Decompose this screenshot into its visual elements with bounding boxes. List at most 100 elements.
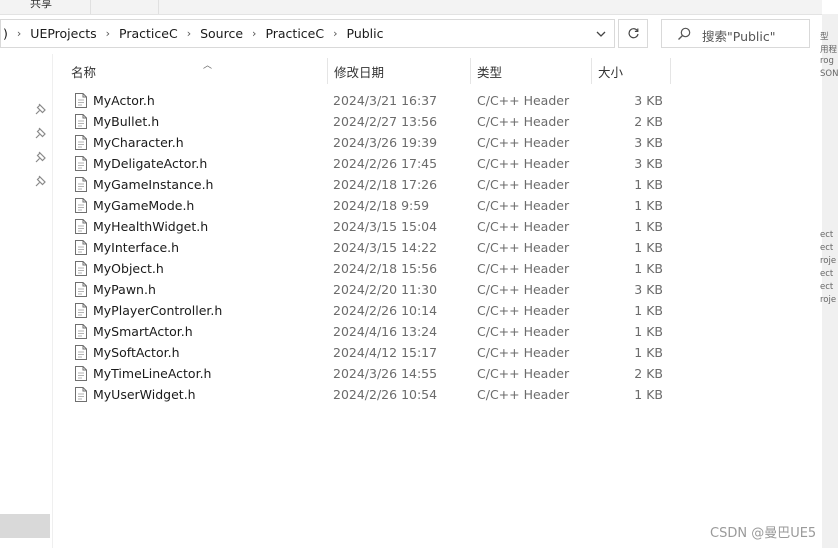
address-bar[interactable]: ) › UEProjects › PracticeC › Source › Pr… xyxy=(0,19,615,48)
file-type: C/C++ Header xyxy=(477,177,570,192)
peek-text: ect xyxy=(820,243,834,253)
watermark: CSDN @曼巴UE5 xyxy=(710,526,817,541)
file-modified-date: 2024/2/26 17:45 xyxy=(333,156,438,171)
breadcrumb-separator-icon[interactable]: › xyxy=(326,27,344,40)
file-size: 1 KB xyxy=(634,177,663,192)
header-file-icon xyxy=(75,303,87,318)
peek-text: ect xyxy=(820,269,834,279)
column-header-date[interactable]: 修改日期 xyxy=(328,58,470,84)
header-file-icon xyxy=(75,345,87,360)
file-row[interactable]: MyDeligateActor.h 2024/2/26 17:45 C/C++ He… xyxy=(53,153,821,174)
column-divider[interactable] xyxy=(670,58,671,84)
file-name: MyPlayerController.h xyxy=(93,303,223,318)
breadcrumb-item[interactable]: PracticeC xyxy=(117,26,180,41)
breadcrumb-item[interactable]: UEProjects xyxy=(28,26,98,41)
file-row[interactable]: MyBullet.h 2024/2/27 13:56 C/C++ Header 2 K… xyxy=(53,111,821,132)
pin-icon[interactable] xyxy=(34,126,48,140)
column-header-type[interactable]: 类型 xyxy=(471,58,591,84)
file-size: 1 KB xyxy=(634,198,663,213)
navigation-pane xyxy=(0,54,50,548)
file-size: 2 KB xyxy=(634,114,663,129)
file-size: 1 KB xyxy=(634,387,663,402)
file-row[interactable]: MyGameMode.h 2024/2/18 9:59 C/C++ Header 1 … xyxy=(53,195,821,216)
file-modified-date: 2024/2/18 17:26 xyxy=(333,177,438,192)
refresh-button[interactable] xyxy=(618,19,648,48)
breadcrumb-separator-icon[interactable]: › xyxy=(180,27,198,40)
file-row[interactable]: MyPlayerController.h 2024/2/26 10:14 C/C++… xyxy=(53,300,821,321)
header-file-icon xyxy=(75,366,87,381)
file-row[interactable]: MyObject.h 2024/2/18 15:56 C/C++ Header 1 K… xyxy=(53,258,821,279)
breadcrumb-lead[interactable]: ) xyxy=(1,26,10,41)
column-header-type-label: 类型 xyxy=(477,64,503,80)
file-modified-date: 2024/2/26 10:14 xyxy=(333,303,438,318)
file-row[interactable]: MyActor.h 2024/3/21 16:37 C/C++ Header 3 KB xyxy=(53,90,821,111)
breadcrumb-separator-icon[interactable]: › xyxy=(99,27,117,40)
file-modified-date: 2024/4/12 15:17 xyxy=(333,345,438,360)
breadcrumb-item[interactable]: PracticeC xyxy=(263,26,326,41)
file-size: 1 KB xyxy=(634,219,663,234)
file-name: MyBullet.h xyxy=(93,114,160,129)
file-size: 1 KB xyxy=(634,345,663,360)
column-header-size-label: 大小 xyxy=(598,64,624,80)
pin-icon[interactable] xyxy=(34,150,48,164)
breadcrumb-item[interactable]: Source xyxy=(198,26,245,41)
file-row[interactable]: MyHealthWidget.h 2024/3/15 15:04 C/C++ Hea… xyxy=(53,216,821,237)
file-row[interactable]: MyGameInstance.h 2024/2/18 17:26 C/C++ Hea… xyxy=(53,174,821,195)
peek-text: SON xyxy=(820,69,838,79)
header-file-icon xyxy=(75,156,87,171)
file-size: 3 KB xyxy=(634,93,663,108)
file-row[interactable]: MySmartActor.h 2024/4/16 13:24 C/C++ Heade… xyxy=(53,321,821,342)
file-row[interactable]: MyCharacter.h 2024/3/26 19:39 C/C++ Header… xyxy=(53,132,821,153)
column-header-name[interactable]: 名称 ︿ xyxy=(65,58,327,84)
header-file-icon xyxy=(75,261,87,276)
header-file-icon xyxy=(75,219,87,234)
file-size: 3 KB xyxy=(634,282,663,297)
file-type: C/C++ Header xyxy=(477,282,570,297)
breadcrumb-item-current[interactable]: Public xyxy=(345,26,386,41)
file-size: 2 KB xyxy=(634,366,663,381)
file-name: MyGameMode.h xyxy=(93,198,195,213)
address-history-dropdown[interactable] xyxy=(588,20,614,47)
pin-icon[interactable] xyxy=(34,174,48,188)
file-row[interactable]: MySoftActor.h 2024/4/12 15:17 C/C++ Header… xyxy=(53,342,821,363)
file-size: 3 KB xyxy=(634,156,663,171)
file-modified-date: 2024/3/26 19:39 xyxy=(333,135,438,150)
header-file-icon xyxy=(75,93,87,108)
file-modified-date: 2024/3/15 14:22 xyxy=(333,240,438,255)
file-type: C/C++ Header xyxy=(477,156,570,171)
column-header-name-label: 名称 xyxy=(71,64,97,80)
file-row[interactable]: MyInterface.h 2024/3/15 14:22 C/C++ Header… xyxy=(53,237,821,258)
file-rows: MyActor.h 2024/3/21 16:37 C/C++ Header 3 KB… xyxy=(53,90,821,405)
file-name: MyCharacter.h xyxy=(93,135,184,150)
nav-pane-selected-item[interactable] xyxy=(0,514,50,538)
file-name: MyDeligateActor.h xyxy=(93,156,208,171)
refresh-icon xyxy=(627,28,639,39)
header-file-icon xyxy=(75,324,87,339)
file-modified-date: 2024/4/16 13:24 xyxy=(333,324,438,339)
file-type: C/C++ Header xyxy=(477,345,570,360)
file-modified-date: 2024/2/26 10:54 xyxy=(333,387,438,402)
file-name: MyUserWidget.h xyxy=(93,387,196,402)
pin-icon[interactable] xyxy=(34,102,48,116)
file-type: C/C++ Header xyxy=(477,198,570,213)
adjacent-window-peek: 型用程 rog SON ect ect roje ect ect roje xyxy=(820,30,838,330)
file-row[interactable]: MyUserWidget.h 2024/2/26 10:54 C/C++ Heade… xyxy=(53,384,821,405)
file-modified-date: 2024/3/26 14:55 xyxy=(333,366,438,381)
file-type: C/C++ Header xyxy=(477,303,570,318)
file-size: 1 KB xyxy=(634,303,663,318)
file-modified-date: 2024/2/20 11:30 xyxy=(333,282,438,297)
breadcrumb-separator-icon[interactable]: › xyxy=(245,27,263,40)
file-name: MyTimeLineActor.h xyxy=(93,366,212,381)
file-row[interactable]: MyPawn.h 2024/2/20 11:30 C/C++ Header 3 KB xyxy=(53,279,821,300)
search-icon xyxy=(678,27,691,40)
search-placeholder: 搜索"Public" xyxy=(702,29,776,44)
column-header-size[interactable]: 大小 xyxy=(592,58,670,84)
ribbon-tab-share[interactable]: 共享 xyxy=(30,0,52,11)
file-row[interactable]: MyTimeLineActor.h 2024/3/26 14:55 C/C++ He… xyxy=(53,363,821,384)
file-name: MyInterface.h xyxy=(93,240,180,255)
breadcrumb-separator-icon[interactable]: › xyxy=(10,27,28,40)
file-name: MyGameInstance.h xyxy=(93,177,214,192)
search-box[interactable]: 搜索"Public" xyxy=(661,19,810,48)
file-modified-date: 2024/3/15 15:04 xyxy=(333,219,438,234)
file-size: 1 KB xyxy=(634,240,663,255)
